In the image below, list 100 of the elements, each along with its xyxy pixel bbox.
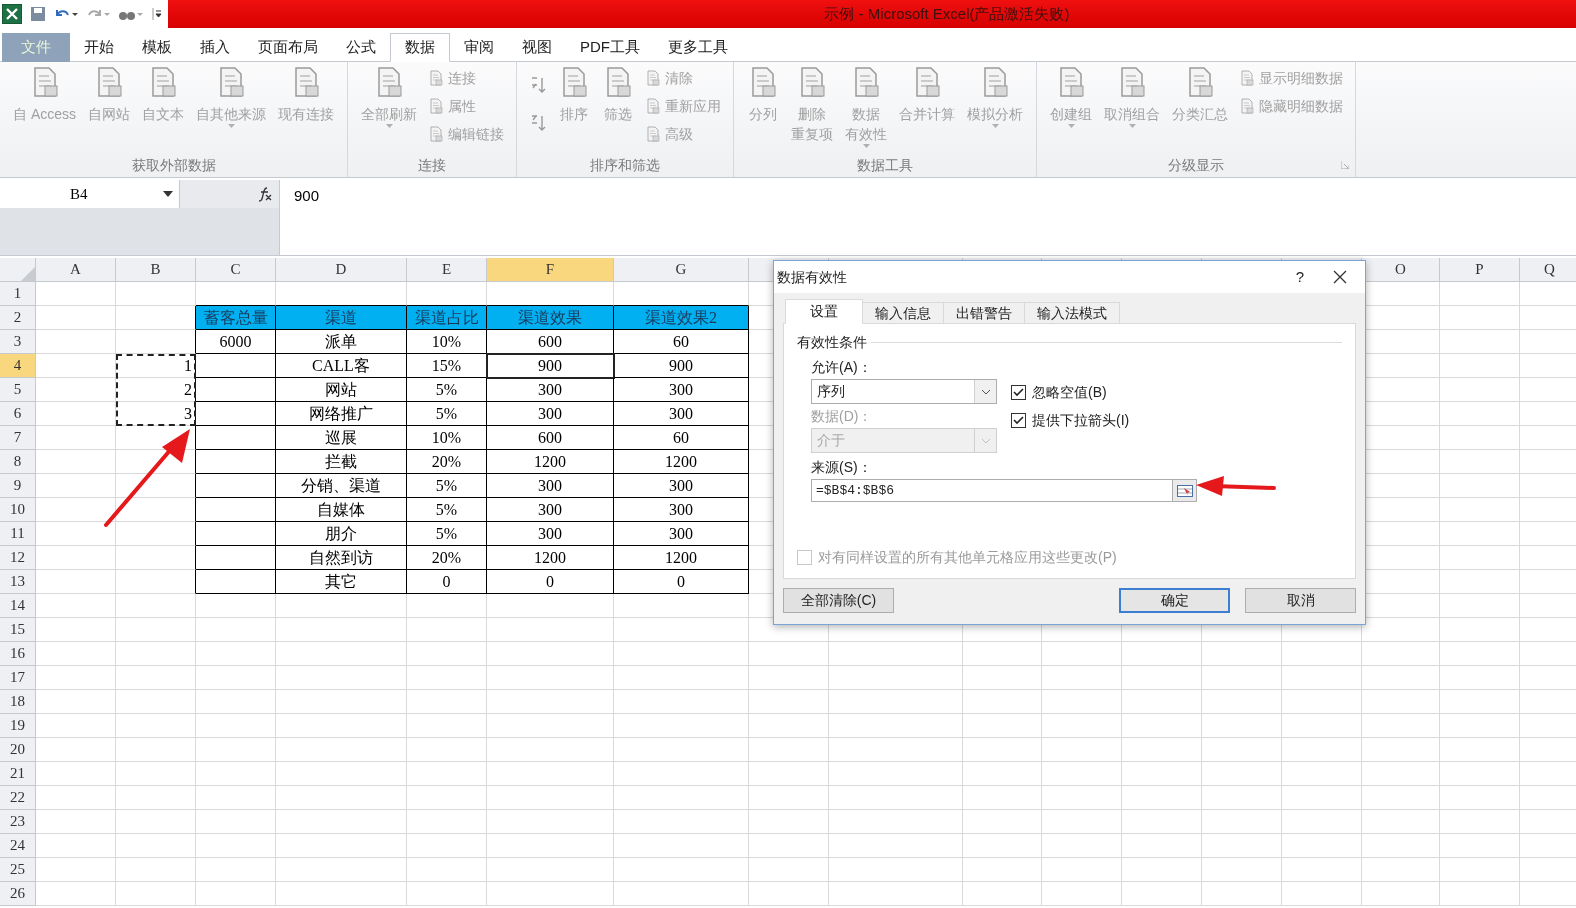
row-header[interactable]: 12 bbox=[0, 546, 36, 570]
grid-cell[interactable]: 300 bbox=[614, 522, 749, 546]
grid-cell[interactable]: 5% bbox=[407, 474, 487, 498]
grid-cell[interactable]: 300 bbox=[487, 402, 614, 426]
grid-cell[interactable]: 300 bbox=[614, 498, 749, 522]
table-header-cell[interactable]: 渠道占比 bbox=[407, 306, 487, 330]
row-header[interactable]: 24 bbox=[0, 834, 36, 858]
row-header[interactable]: 21 bbox=[0, 762, 36, 786]
grid-cell[interactable]: 自然到访 bbox=[276, 546, 407, 570]
column-header[interactable]: P bbox=[1440, 258, 1520, 282]
ribbon-tab[interactable]: 视图 bbox=[508, 33, 566, 62]
row-header[interactable]: 13 bbox=[0, 570, 36, 594]
grid-cell[interactable] bbox=[116, 330, 196, 354]
grid-cell[interactable]: 900 bbox=[614, 354, 749, 378]
ribbon-tab[interactable]: 更多工具 bbox=[654, 33, 742, 62]
column-header[interactable]: G bbox=[614, 258, 749, 282]
grid-cell[interactable]: 600 bbox=[487, 330, 614, 354]
row-header[interactable]: 25 bbox=[0, 858, 36, 882]
row-header[interactable]: 6 bbox=[0, 402, 36, 426]
grid-cell[interactable] bbox=[116, 570, 196, 594]
grid-cell[interactable]: 900 bbox=[487, 354, 614, 378]
grid-cell[interactable] bbox=[196, 474, 276, 498]
ribbon-tab[interactable]: 开始 bbox=[70, 33, 128, 62]
ribbon-tab[interactable]: 插入 bbox=[186, 33, 244, 62]
grid-cell[interactable]: 5% bbox=[407, 402, 487, 426]
grid-cell[interactable] bbox=[116, 546, 196, 570]
grid-cell[interactable]: 5% bbox=[407, 378, 487, 402]
grid-cell[interactable]: 巡展 bbox=[276, 426, 407, 450]
grid-cell[interactable]: 0 bbox=[407, 570, 487, 594]
grid-cell[interactable]: 朋介 bbox=[276, 522, 407, 546]
column-header[interactable]: A bbox=[36, 258, 116, 282]
row-header[interactable]: 1 bbox=[0, 282, 36, 306]
sort-descending-icon[interactable] bbox=[529, 114, 547, 132]
checkbox[interactable] bbox=[1011, 385, 1026, 400]
row-header[interactable]: 10 bbox=[0, 498, 36, 522]
row-header[interactable]: 4 bbox=[0, 354, 36, 378]
grid-cell[interactable]: 300 bbox=[614, 378, 749, 402]
dialog-button[interactable]: 确定 bbox=[1119, 588, 1230, 613]
row-header[interactable]: 9 bbox=[0, 474, 36, 498]
column-header[interactable]: Q bbox=[1520, 258, 1576, 282]
source-field[interactable]: =$B$4:$B$6 bbox=[811, 479, 1197, 502]
dialog-button[interactable]: 取消 bbox=[1245, 588, 1356, 613]
grid-cell[interactable]: 1200 bbox=[614, 450, 749, 474]
grid-cell[interactable] bbox=[116, 474, 196, 498]
grid-cell[interactable]: 6000 bbox=[196, 330, 276, 354]
row-header[interactable]: 8 bbox=[0, 450, 36, 474]
row-header[interactable]: 15 bbox=[0, 618, 36, 642]
column-header[interactable]: D bbox=[276, 258, 407, 282]
grid-cell[interactable]: 300 bbox=[487, 474, 614, 498]
grid-cell[interactable]: 600 bbox=[487, 426, 614, 450]
grid-cell[interactable]: 10% bbox=[407, 330, 487, 354]
grid-cell[interactable]: 60 bbox=[614, 426, 749, 450]
grid-cell[interactable]: 0 bbox=[487, 570, 614, 594]
row-header[interactable]: 23 bbox=[0, 810, 36, 834]
ribbon-tab[interactable]: PDF工具 bbox=[566, 33, 654, 62]
grid-cell[interactable]: 300 bbox=[614, 474, 749, 498]
row-header[interactable]: 18 bbox=[0, 690, 36, 714]
grid-cell[interactable] bbox=[196, 546, 276, 570]
grid-cell[interactable]: 网站 bbox=[276, 378, 407, 402]
grid-cell[interactable]: 1200 bbox=[487, 546, 614, 570]
table-header-cell[interactable]: 蓄客总量 bbox=[196, 306, 276, 330]
row-header[interactable]: 17 bbox=[0, 666, 36, 690]
grid-cell[interactable]: 拦截 bbox=[276, 450, 407, 474]
customize-menu-icon[interactable] bbox=[152, 7, 162, 21]
grid-cell[interactable]: 10% bbox=[407, 426, 487, 450]
dialog-tab[interactable]: 输入法模式 bbox=[1024, 302, 1120, 324]
grid-cell[interactable]: 5% bbox=[407, 522, 487, 546]
grid-cell[interactable]: 1 bbox=[116, 354, 196, 378]
grid-cell[interactable]: 3 bbox=[116, 402, 196, 426]
grid-cell[interactable]: 5% bbox=[407, 498, 487, 522]
grid-cell[interactable]: 1200 bbox=[487, 450, 614, 474]
ribbon-tab[interactable]: 审阅 bbox=[450, 33, 508, 62]
dialog-tab[interactable]: 设置 bbox=[785, 299, 863, 324]
row-header[interactable]: 26 bbox=[0, 882, 36, 906]
grid-cell[interactable]: 其它 bbox=[276, 570, 407, 594]
row-header[interactable]: 22 bbox=[0, 786, 36, 810]
grid-cell[interactable]: 0 bbox=[614, 570, 749, 594]
grid-cell[interactable]: 20% bbox=[407, 450, 487, 474]
ribbon-tab[interactable]: 公式 bbox=[332, 33, 390, 62]
function-icon[interactable] bbox=[257, 186, 273, 202]
sort-ascending-icon[interactable] bbox=[529, 76, 547, 94]
grid-cell[interactable]: 1200 bbox=[614, 546, 749, 570]
row-header[interactable]: 3 bbox=[0, 330, 36, 354]
grid-cell[interactable]: 300 bbox=[487, 378, 614, 402]
ribbon-tab[interactable]: 页面布局 bbox=[244, 33, 332, 62]
row-header[interactable]: 20 bbox=[0, 738, 36, 762]
grid-cell[interactable]: 派单 bbox=[276, 330, 407, 354]
grid-cell[interactable] bbox=[196, 426, 276, 450]
grid-cell[interactable]: 300 bbox=[487, 522, 614, 546]
column-header[interactable]: C bbox=[196, 258, 276, 282]
dialog-tab[interactable]: 输入信息 bbox=[862, 302, 944, 324]
row-header[interactable]: 16 bbox=[0, 642, 36, 666]
grid-cell[interactable]: 300 bbox=[614, 402, 749, 426]
grid-cell[interactable]: 60 bbox=[614, 330, 749, 354]
grid-cell[interactable] bbox=[116, 522, 196, 546]
row-header[interactable]: 19 bbox=[0, 714, 36, 738]
grid-cell[interactable] bbox=[196, 450, 276, 474]
table-header-cell[interactable]: 渠道 bbox=[276, 306, 407, 330]
grid-cell[interactable] bbox=[196, 378, 276, 402]
range-picker-button[interactable] bbox=[1172, 480, 1196, 501]
